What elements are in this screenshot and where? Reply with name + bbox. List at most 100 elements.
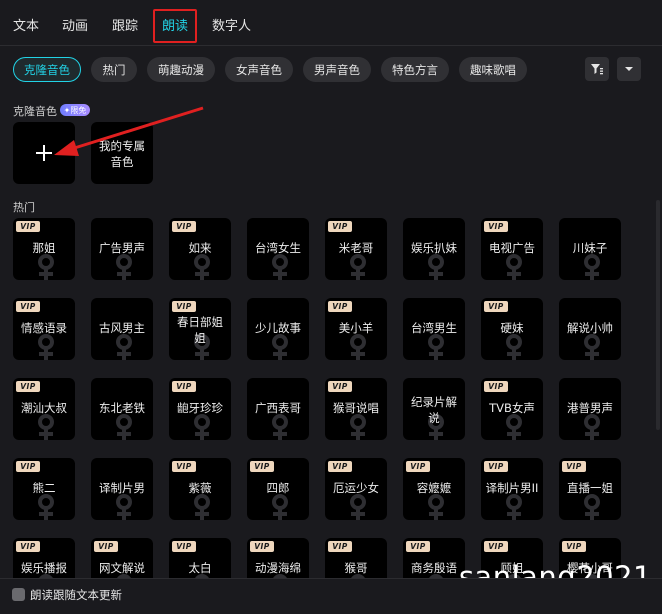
voice-card-decoration: [584, 334, 600, 360]
voice-card[interactable]: 纪录片解说: [403, 378, 465, 440]
voice-name: 动漫海绵: [255, 561, 301, 575]
voice-card[interactable]: VIP 四郎: [247, 458, 309, 520]
vip-badge: VIP: [172, 541, 196, 552]
voice-card-decoration: [350, 254, 366, 280]
voice-card[interactable]: 台湾男生: [403, 298, 465, 360]
voice-name: 龅牙珍珍: [177, 401, 223, 415]
voice-card[interactable]: VIP 熊二: [13, 458, 75, 520]
voice-card-decoration: [506, 334, 522, 360]
vip-badge: VIP: [328, 301, 352, 312]
voice-card[interactable]: VIP 电视广告: [481, 218, 543, 280]
voice-card[interactable]: VIP 春日部姐姐: [169, 298, 231, 360]
voice-card[interactable]: 广告男声: [91, 218, 153, 280]
voice-card[interactable]: VIP 情感语录: [13, 298, 75, 360]
voice-name: 电视广告: [489, 241, 535, 255]
voice-card-decoration: [194, 254, 210, 280]
filter-icon: [591, 64, 603, 75]
tab-animation[interactable]: 动画: [62, 15, 88, 34]
filter-button[interactable]: [585, 57, 609, 81]
voice-card-decoration: [116, 254, 132, 280]
voice-card[interactable]: VIP 美小羊: [325, 298, 387, 360]
voice-card-decoration: [38, 334, 54, 360]
filter-female-voice[interactable]: 女声音色: [225, 57, 293, 82]
voice-card[interactable]: 东北老铁: [91, 378, 153, 440]
footer-bar: 朗读跟随文本更新: [0, 578, 662, 614]
voice-card-decoration: [272, 254, 288, 280]
voice-card[interactable]: VIP 硬妹: [481, 298, 543, 360]
voice-name: 如来: [188, 241, 212, 255]
filter-singing[interactable]: 趣味歌唱: [459, 57, 527, 82]
vip-badge: VIP: [172, 221, 196, 232]
voice-name: 我的专属音色: [99, 139, 145, 169]
voice-card[interactable]: 广西表哥: [247, 378, 309, 440]
voice-card-decoration: [194, 494, 210, 520]
section-title-clone: 克隆音色: [13, 105, 57, 118]
voice-card[interactable]: 港普男声: [559, 378, 621, 440]
voice-name: 潮汕大叔: [21, 401, 67, 415]
voice-card-decoration: [272, 494, 288, 520]
voice-card[interactable]: 译制片男: [91, 458, 153, 520]
follow-text-checkbox[interactable]: [12, 588, 25, 601]
voice-name: 广西表哥: [255, 401, 301, 415]
voice-name: 那姐: [32, 241, 56, 255]
voice-name: 商务殷语: [411, 561, 457, 575]
my-voice-card[interactable]: 我的专属音色: [91, 122, 153, 184]
add-clone-voice-button[interactable]: [13, 122, 75, 184]
voice-card[interactable]: VIP 那姐: [13, 218, 75, 280]
section-title-hot: 热门: [13, 201, 35, 214]
voice-card[interactable]: 娱乐扒妹: [403, 218, 465, 280]
voice-card[interactable]: VIP 猴哥说唱: [325, 378, 387, 440]
voice-name: 情感语录: [21, 321, 67, 335]
voice-card[interactable]: 解说小帅: [559, 298, 621, 360]
filter-male-voice[interactable]: 男声音色: [303, 57, 371, 82]
voice-card-decoration: [272, 414, 288, 440]
voice-card[interactable]: VIP 直播一姐: [559, 458, 621, 520]
filter-hot[interactable]: 热门: [91, 57, 137, 82]
dropdown-button[interactable]: [617, 57, 641, 81]
voice-card-decoration: [584, 494, 600, 520]
voice-name: 娱乐扒妹: [411, 241, 457, 255]
voice-card[interactable]: 台湾女生: [247, 218, 309, 280]
follow-text-label: 朗读跟随文本更新: [30, 588, 122, 602]
voice-card[interactable]: 川妹子: [559, 218, 621, 280]
voice-card-decoration: [428, 334, 444, 360]
tab-tracking[interactable]: 跟踪: [112, 15, 138, 34]
voice-card[interactable]: VIP 米老哥: [325, 218, 387, 280]
voice-name: 米老哥: [338, 241, 374, 255]
voice-card-decoration: [350, 334, 366, 360]
voice-card[interactable]: VIP 紫薇: [169, 458, 231, 520]
voice-name: 春日部姐姐: [177, 315, 223, 345]
voice-name: 太白: [188, 561, 212, 575]
vip-badge: VIP: [484, 301, 508, 312]
voice-card-decoration: [116, 334, 132, 360]
vip-badge: VIP: [484, 221, 508, 232]
tab-text[interactable]: 文本: [13, 15, 39, 34]
voice-name: 解说小帅: [567, 321, 613, 335]
voice-card-decoration: [194, 414, 210, 440]
voice-card[interactable]: VIP 容嬷嬷: [403, 458, 465, 520]
scrollbar[interactable]: [656, 200, 660, 430]
filter-cute-anime[interactable]: 萌趣动漫: [147, 57, 215, 82]
voice-name: 厄运少女: [333, 481, 379, 495]
voice-name: 网文解说: [99, 561, 145, 575]
voice-name: 川妹子: [572, 241, 608, 255]
vip-badge: VIP: [172, 461, 196, 472]
filter-dialect[interactable]: 特色方言: [381, 57, 449, 82]
voice-card[interactable]: VIP 如来: [169, 218, 231, 280]
voice-card-decoration: [116, 414, 132, 440]
voice-card-decoration: [584, 254, 600, 280]
voice-card[interactable]: VIP TVB女声: [481, 378, 543, 440]
filter-clone-voice[interactable]: 克隆音色: [13, 57, 81, 82]
vip-badge: VIP: [16, 221, 40, 232]
voice-card-decoration: [350, 414, 366, 440]
voice-name: 台湾女生: [255, 241, 301, 255]
voice-card[interactable]: 古风男主: [91, 298, 153, 360]
voice-card[interactable]: VIP 潮汕大叔: [13, 378, 75, 440]
voice-card[interactable]: VIP 龅牙珍珍: [169, 378, 231, 440]
voice-card[interactable]: 少儿故事: [247, 298, 309, 360]
tab-digital-human[interactable]: 数字人: [212, 15, 251, 34]
voice-card[interactable]: VIP 厄运少女: [325, 458, 387, 520]
voice-name: 四郎: [266, 481, 290, 495]
voice-card-decoration: [38, 494, 54, 520]
voice-card[interactable]: VIP 译制片男II: [481, 458, 543, 520]
